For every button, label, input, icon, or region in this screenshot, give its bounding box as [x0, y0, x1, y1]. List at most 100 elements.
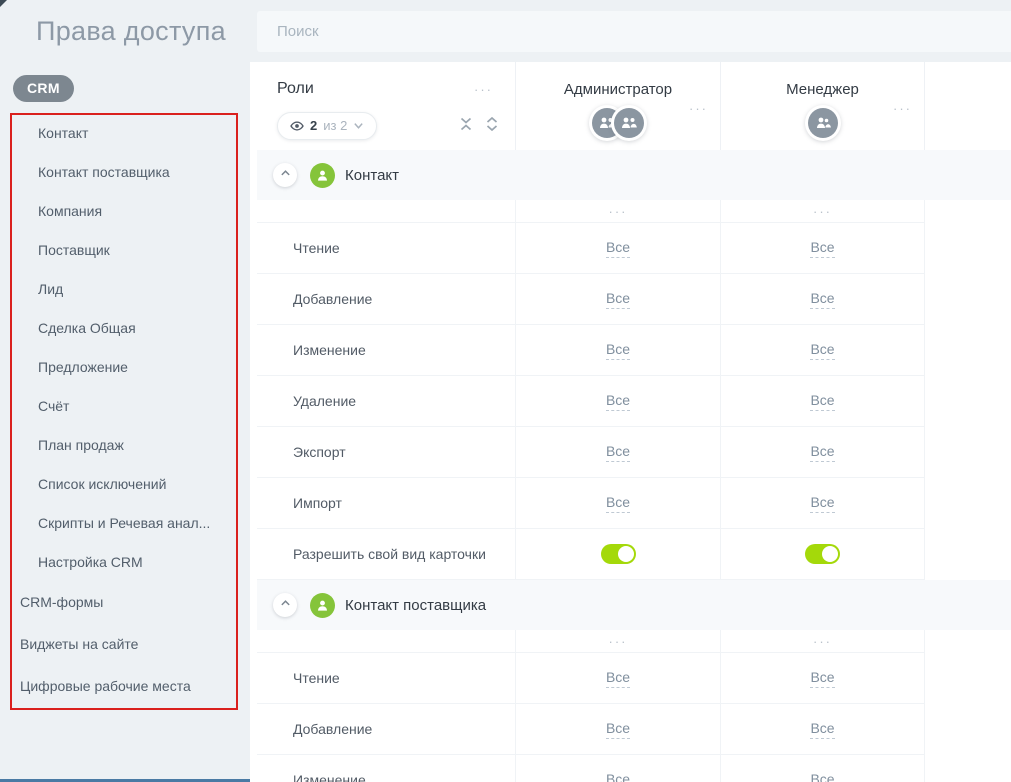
- permission-value-cell: Все: [720, 653, 925, 704]
- permission-value-cell: [515, 529, 720, 580]
- permission-label: Импорт: [257, 478, 515, 529]
- permission-row: Импорт Все Все: [257, 478, 1011, 529]
- sidebar-item[interactable]: Виджеты на сайте: [10, 623, 238, 665]
- column-menu-icon[interactable]: ···: [515, 630, 720, 653]
- section-title: Контакт поставщика: [345, 597, 486, 614]
- eye-icon: [290, 119, 304, 133]
- permission-label: Экспорт: [257, 427, 515, 478]
- section-title: Контакт: [345, 167, 399, 184]
- roles-header-label: Роли: [277, 80, 314, 98]
- roles-menu-icon[interactable]: ···: [474, 83, 493, 96]
- permission-value-link[interactable]: Все: [810, 239, 834, 258]
- permission-value-link[interactable]: Все: [606, 720, 630, 739]
- permission-value-link[interactable]: Все: [810, 392, 834, 411]
- permission-row: ЧтениеВсеВсе: [257, 653, 1011, 704]
- window-corner-mark: [0, 0, 7, 7]
- roles-filter-pill[interactable]: 2 из 2: [277, 112, 377, 140]
- sidebar-nav: КонтактКонтакт поставщикаКомпанияПоставщ…: [10, 113, 238, 710]
- permission-value-cell: Все: [720, 704, 925, 755]
- permission-label: Удаление: [257, 376, 515, 427]
- crm-badge[interactable]: CRM: [13, 75, 74, 102]
- permission-value-link[interactable]: Все: [606, 392, 630, 411]
- sidebar-item[interactable]: Цифровые рабочие места: [10, 665, 238, 707]
- group-single-icon: [808, 108, 838, 138]
- page-title: Права доступа: [36, 16, 226, 47]
- permission-value-link[interactable]: Все: [606, 494, 630, 513]
- sidebar-item[interactable]: CRM-формы: [10, 581, 238, 623]
- table-body: Контакт······ЧтениеВсеВсеДобавлениеВсеВс…: [257, 150, 1011, 782]
- section-collapse-button[interactable]: [273, 593, 297, 617]
- role-menu-icon-manager[interactable]: ···: [893, 102, 912, 115]
- permission-value-link[interactable]: Все: [606, 341, 630, 360]
- search-input[interactable]: [257, 11, 1011, 52]
- permission-row: Изменение Все Все: [257, 325, 1011, 376]
- permission-toggle-on[interactable]: [805, 544, 840, 564]
- permission-value-link[interactable]: Все: [606, 669, 630, 688]
- role-name-manager: Менеджер: [721, 81, 924, 98]
- permission-value-cell: Все: [720, 223, 925, 274]
- permission-value-cell: Все: [515, 478, 720, 529]
- entity-avatar-icon: [310, 593, 335, 618]
- section-collapse-button[interactable]: [273, 163, 297, 187]
- group-double-icon: [614, 108, 644, 138]
- permission-value-cell: Все: [720, 427, 925, 478]
- collapse-all-icon[interactable]: [459, 117, 473, 131]
- permission-value-link[interactable]: Все: [810, 771, 834, 782]
- permission-value-link[interactable]: Все: [810, 720, 834, 739]
- permission-value-link[interactable]: Все: [810, 341, 834, 360]
- permission-row: Добавление Все Все: [257, 274, 1011, 325]
- permission-value-link[interactable]: Все: [606, 771, 630, 782]
- permission-value-cell: [720, 529, 925, 580]
- permission-label: Разрешить свой вид карточки: [257, 529, 515, 580]
- sidebar-item[interactable]: Поставщик: [10, 230, 238, 269]
- permission-toggle-on[interactable]: [601, 544, 636, 564]
- column-menu-icon[interactable]: ···: [720, 200, 925, 223]
- section-header: Контакт: [257, 150, 1011, 200]
- column-menu-icon[interactable]: ···: [720, 630, 925, 653]
- entity-avatar-icon: [310, 163, 335, 188]
- permission-value-cell: Все: [515, 376, 720, 427]
- sidebar-item[interactable]: Лид: [10, 269, 238, 308]
- sidebar-item[interactable]: Контакт поставщика: [10, 152, 238, 191]
- permission-value-link[interactable]: Все: [810, 443, 834, 462]
- permission-value-cell: Все: [515, 653, 720, 704]
- roles-total-count: из 2: [323, 118, 347, 133]
- permission-row: ЧтениеВсеВсе: [257, 223, 1011, 274]
- sidebar-item[interactable]: Предложение: [10, 347, 238, 386]
- permission-label: Изменение: [257, 755, 515, 782]
- role-menu-icon-admin[interactable]: ···: [689, 102, 708, 115]
- menu-row-spacer: [257, 630, 515, 653]
- sidebar-item[interactable]: Компания: [10, 191, 238, 230]
- role-column-manager: Менеджер ···: [720, 62, 925, 150]
- column-menu-icon[interactable]: ···: [515, 200, 720, 223]
- section-menu-row: ······: [257, 630, 1011, 653]
- expand-all-icon[interactable]: [485, 117, 499, 131]
- table-header-row: Роли ··· 2 из 2: [257, 62, 1011, 150]
- permission-value-link[interactable]: Все: [606, 290, 630, 309]
- chevron-up-icon: [280, 166, 291, 184]
- sidebar-item[interactable]: Сделка Общая: [10, 308, 238, 347]
- permission-value-cell: Все: [720, 755, 925, 782]
- permission-label: Добавление: [257, 274, 515, 325]
- permission-value-link[interactable]: Все: [810, 669, 834, 688]
- chevron-down-icon: [353, 120, 364, 131]
- sidebar-item[interactable]: Счёт: [10, 386, 238, 425]
- sidebar-item[interactable]: План продаж: [10, 425, 238, 464]
- permission-value-cell: Все: [515, 755, 720, 782]
- roles-shown-count: 2: [310, 118, 317, 133]
- permission-value-link[interactable]: Все: [810, 494, 834, 513]
- permission-value-cell: Все: [515, 274, 720, 325]
- menu-row-spacer: [257, 200, 515, 223]
- topbar: [250, 0, 1011, 62]
- permission-row: Разрешить свой вид карточки: [257, 529, 1011, 580]
- sidebar-item[interactable]: Настройка CRM: [10, 542, 238, 581]
- rows-tools: [459, 117, 499, 131]
- sidebar-item[interactable]: Скрипты и Речевая анал...: [10, 503, 238, 542]
- permission-row: Изменение Все Все: [257, 755, 1011, 782]
- sidebar-item[interactable]: Список исключений: [10, 464, 238, 503]
- permission-value-link[interactable]: Все: [810, 290, 834, 309]
- permission-label: Изменение: [257, 325, 515, 376]
- permission-value-link[interactable]: Все: [606, 443, 630, 462]
- sidebar-item[interactable]: Контакт: [10, 113, 238, 152]
- permission-value-link[interactable]: Все: [606, 239, 630, 258]
